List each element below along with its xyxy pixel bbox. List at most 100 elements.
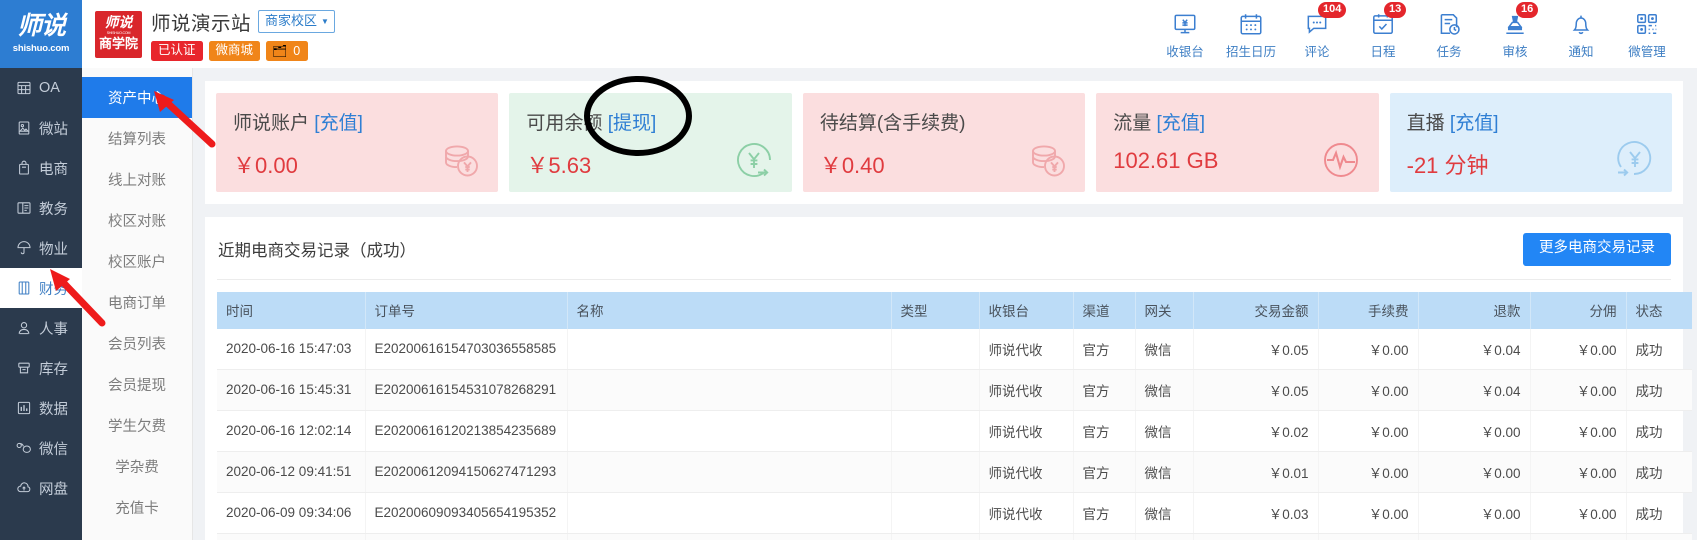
- cell-amount: ￥0.05: [1193, 369, 1319, 411]
- col-gateway[interactable]: 网关: [1135, 291, 1194, 329]
- top-bar: 师说 shishuo.com 师说 SHISHUO.COM 商学院 师说演示站 …: [0, 0, 1697, 68]
- sub-item-tuition-fees[interactable]: 学杂费: [82, 446, 192, 487]
- main-sidebar: OA 微站 电商 教务 物业 财务 人事 库存 数据 微信 网盘: [0, 68, 82, 540]
- sidebar-item-hr[interactable]: 人事: [0, 308, 82, 348]
- cell-commission: ￥0.00: [1530, 492, 1627, 534]
- col-fee[interactable]: 手续费: [1318, 291, 1419, 329]
- card-pending-settlement-title-row: 待结算(含手续费): [820, 108, 1069, 135]
- cell-order-no: E20200616154531078268291: [365, 369, 568, 411]
- col-amount[interactable]: 交易金额: [1193, 291, 1319, 329]
- education-icon: [17, 202, 31, 214]
- cloud-disk-icon: [17, 482, 31, 493]
- qrcode-icon: [1637, 13, 1657, 34]
- sidebar-item-oa[interactable]: OA: [0, 68, 82, 108]
- cell-status: 成功: [1626, 369, 1692, 411]
- cell-cashier: 师说代收: [979, 533, 1074, 540]
- cell-fee: ￥0.00: [1318, 492, 1419, 534]
- top-icon-comment[interactable]: 104 评论: [1284, 1, 1350, 60]
- academy-badge[interactable]: 师说 SHISHUO.COM 商学院: [95, 10, 142, 58]
- site-logo[interactable]: 师说 shishuo.com: [0, 0, 82, 68]
- sub-item-settlement-list[interactable]: 结算列表: [82, 118, 192, 159]
- cell-cashier: 师说代收: [979, 410, 1074, 452]
- more-transactions-button[interactable]: 更多电商交易记录: [1523, 233, 1671, 266]
- sub-item-recharge-card[interactable]: 充值卡: [82, 487, 192, 528]
- card-livestream-recharge-link[interactable]: [充值]: [1450, 113, 1499, 134]
- verified-badge: 已认证: [151, 41, 203, 61]
- sub-item-campus-reconciliation[interactable]: 校区对账: [82, 200, 192, 241]
- cell-type: [891, 369, 980, 411]
- message-count-badge[interactable]: 🗂 0: [266, 41, 309, 61]
- message-icon: 🗂: [272, 43, 288, 58]
- sub-item-student-arrears[interactable]: 学生欠费: [82, 405, 192, 446]
- table-header-row: 时间 订单号 名称 类型 收银台 渠道 网关 交易金额 手续费 退款 分佣 状态: [217, 291, 1692, 329]
- top-icon-cashier-label: 收银台: [1166, 44, 1204, 59]
- table-row[interactable]: 2020-06-16 12:02:14 E20200616120213854235…: [217, 410, 1692, 452]
- cell-time: 2020-06-16 15:45:31: [217, 369, 366, 411]
- cell-name: [567, 492, 892, 534]
- cell-gateway: 微信: [1135, 328, 1194, 370]
- top-bar-spacer: [335, 0, 1152, 68]
- cell-time: 2020-06-09 09:34:06: [217, 492, 366, 534]
- sidebar-item-microsite[interactable]: 微站: [0, 108, 82, 148]
- content-area: 师说账户 [充值] ￥0.00 可用余额 [提现] ￥5.63 待结算(含手续费…: [193, 68, 1697, 540]
- cell-fee: ￥0.00: [1318, 369, 1419, 411]
- mall-badge[interactable]: 微商城: [208, 41, 261, 61]
- col-status[interactable]: 状态: [1626, 291, 1692, 329]
- col-commission[interactable]: 分佣: [1530, 291, 1627, 329]
- cell-refund: ￥0.04: [1418, 369, 1531, 411]
- sidebar-item-wechat[interactable]: 微信: [0, 428, 82, 468]
- cell-fee: ￥0.00: [1318, 410, 1419, 452]
- cell-refund: ￥0.04: [1418, 328, 1531, 370]
- sub-item-ecommerce-orders[interactable]: 电商订单: [82, 282, 192, 323]
- top-icon-calendar[interactable]: 招生日历: [1218, 9, 1284, 60]
- sidebar-item-property[interactable]: 物业: [0, 228, 82, 268]
- table-row[interactable]: 2020-06-04 10:12:49E20200604101249491624…: [217, 533, 1692, 540]
- card-shishuo-account-title: 师说账户: [233, 113, 310, 134]
- campus-select-value: 商家校区: [265, 13, 318, 29]
- cell-commission: ￥0.00: [1530, 369, 1627, 411]
- sidebar-item-data[interactable]: 数据: [0, 388, 82, 428]
- sidebar-item-ecommerce[interactable]: 电商: [0, 148, 82, 188]
- cell-cashier: 师说代收: [979, 492, 1074, 534]
- top-icon-cashier[interactable]: 收银台: [1152, 9, 1218, 60]
- top-icon-approval[interactable]: 16 审核: [1482, 1, 1548, 60]
- body-region: OA 微站 电商 教务 物业 财务 人事 库存 数据 微信 网盘 资产中心 结算…: [0, 68, 1697, 540]
- col-time[interactable]: 时间: [217, 291, 366, 329]
- top-icon-schedule[interactable]: 13 日程: [1350, 1, 1416, 60]
- sub-item-member-list[interactable]: 会员列表: [82, 323, 192, 364]
- sidebar-item-finance[interactable]: 财务: [0, 268, 82, 308]
- cell-refund: ￥0.00: [1418, 451, 1531, 493]
- data-chart-icon: [17, 401, 31, 415]
- col-order-no[interactable]: 订单号: [365, 291, 568, 329]
- sub-item-member-withdraw[interactable]: 会员提现: [82, 364, 192, 405]
- card-available-balance-withdraw-link[interactable]: [提现]: [608, 113, 657, 134]
- sidebar-item-inventory[interactable]: 库存: [0, 348, 82, 388]
- table-row[interactable]: 2020-06-16 15:45:31 E20200616154531078268…: [217, 369, 1692, 411]
- top-icon-task[interactable]: 任务: [1416, 9, 1482, 60]
- sub-sidebar: 资产中心 结算列表 线上对账 校区对账 校区账户 电商订单 会员列表 会员提现 …: [82, 68, 193, 540]
- col-refund[interactable]: 退款: [1418, 291, 1531, 329]
- table-row[interactable]: 2020-06-16 15:47:03 E20200616154703036558…: [217, 328, 1692, 370]
- sidebar-item-education[interactable]: 教务: [0, 188, 82, 228]
- top-icon-wechat-manage[interactable]: 微管理: [1614, 9, 1680, 60]
- card-available-balance-title-row: 可用余额 [提现]: [526, 108, 775, 135]
- table-row[interactable]: 2020-06-12 09:41:51 E20200612094150627471…: [217, 451, 1692, 493]
- table-row[interactable]: 2020-06-09 09:34:06 E20200609093405654195…: [217, 492, 1692, 534]
- cell-cashier: 师说代收: [979, 328, 1074, 370]
- sidebar-item-inventory-label: 库存: [39, 361, 68, 378]
- col-channel[interactable]: 渠道: [1073, 291, 1136, 329]
- card-shishuo-account-recharge-link[interactable]: [充值]: [314, 113, 363, 134]
- sub-item-asset-center[interactable]: 资产中心: [82, 77, 192, 118]
- sub-item-campus-account[interactable]: 校区账户: [82, 241, 192, 282]
- sub-item-online-reconciliation[interactable]: 线上对账: [82, 159, 192, 200]
- top-icon-notification[interactable]: 通知: [1548, 9, 1614, 60]
- site-title: 师说演示站: [151, 13, 252, 35]
- col-cashier[interactable]: 收银台: [979, 291, 1074, 329]
- campus-select[interactable]: 商家校区 ▼: [258, 10, 335, 33]
- cell-type: [891, 492, 980, 534]
- col-type[interactable]: 类型: [891, 291, 980, 329]
- sidebar-item-clouddisk[interactable]: 网盘: [0, 468, 82, 508]
- cell-channel: 官方: [1073, 369, 1136, 411]
- col-name[interactable]: 名称: [567, 291, 892, 329]
- card-traffic-recharge-link[interactable]: [充值]: [1157, 113, 1206, 134]
